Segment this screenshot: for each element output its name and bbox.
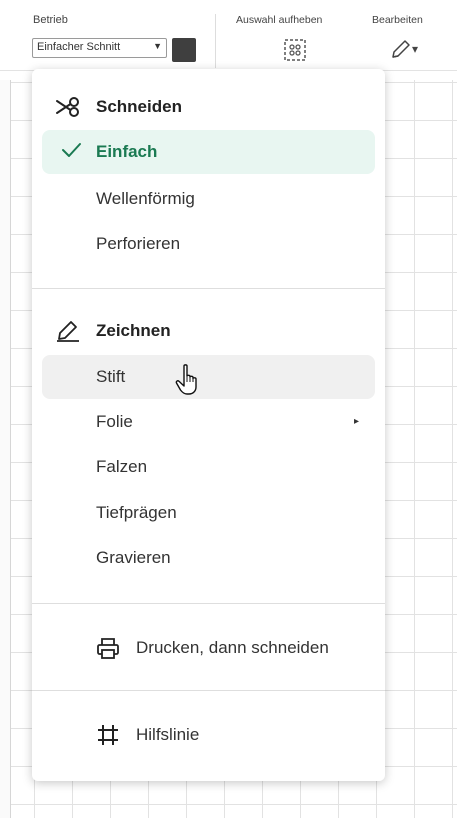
operation-label: Betrieb	[33, 14, 68, 26]
menu-item-label: Falzen	[96, 457, 148, 476]
edit-button[interactable]: ▾	[390, 38, 430, 62]
section-label-cut: Schneiden	[96, 97, 182, 116]
scissors-icon	[56, 97, 79, 117]
menu-item-label: Tiefprägen	[96, 503, 177, 522]
menu-item-wellenfoermig[interactable]: Wellenförmig	[42, 177, 375, 221]
section-header-draw: Zeichnen	[42, 309, 375, 353]
menu-item-label: Perforieren	[96, 234, 181, 253]
menu-item-label: Folie	[96, 412, 133, 431]
top-toolbar: Betrieb Einfacher Schnitt ▼ Auswahl aufh…	[0, 0, 457, 71]
deselect-label: Auswahl aufheben	[236, 14, 323, 26]
pen-icon	[392, 40, 410, 58]
menu-item-label: Gravieren	[96, 548, 171, 567]
left-ruler	[0, 80, 11, 818]
menu-item-label: Drucken, dann schneiden	[136, 638, 329, 657]
deselect-icon[interactable]	[282, 38, 308, 62]
hand-cursor-icon	[175, 364, 197, 395]
edit-label: Bearbeiten	[372, 14, 423, 26]
menu-separator	[32, 603, 385, 604]
section-header-cut: Schneiden	[42, 85, 375, 129]
menu-item-print-then-cut[interactable]: Drucken, dann schneiden	[42, 626, 375, 670]
color-swatch[interactable]	[172, 38, 196, 62]
operation-select[interactable]: Einfacher Schnitt ▼	[32, 38, 167, 58]
menu-item-gravieren[interactable]: Gravieren	[42, 536, 375, 580]
dropdown-arrow-icon: ▼	[153, 41, 162, 51]
section-label-draw: Zeichnen	[96, 321, 171, 340]
menu-item-folie[interactable]: Folie ▸	[42, 400, 375, 444]
edit-dropdown-arrow-icon: ▾	[412, 42, 419, 56]
menu-item-stift[interactable]: Stift	[42, 355, 375, 399]
menu-item-einfach[interactable]: Einfach	[42, 130, 375, 174]
hash-icon	[98, 725, 118, 745]
menu-item-falzen[interactable]: Falzen	[42, 445, 375, 489]
toolbar-divider	[215, 14, 216, 68]
menu-item-label: Stift	[96, 367, 126, 386]
menu-item-label: Wellenförmig	[96, 189, 195, 208]
menu-item-guide[interactable]: Hilfslinie	[42, 713, 375, 757]
menu-item-perforieren[interactable]: Perforieren	[42, 222, 375, 266]
menu-item-tiefpraegen[interactable]: Tiefprägen	[42, 491, 375, 535]
checkmark-icon	[62, 143, 81, 157]
printer-icon	[97, 638, 119, 659]
menu-separator	[32, 288, 385, 289]
menu-item-label: Hilfslinie	[136, 725, 200, 744]
submenu-arrow-icon: ▸	[353, 416, 359, 427]
menu-item-label: Einfach	[96, 142, 158, 161]
operation-dropdown-menu: Schneiden Einfach Wellenförmig Perforier…	[32, 69, 385, 781]
operation-select-value: Einfacher Schnitt	[37, 41, 121, 53]
pen-icon	[57, 321, 79, 342]
menu-separator	[32, 690, 385, 691]
